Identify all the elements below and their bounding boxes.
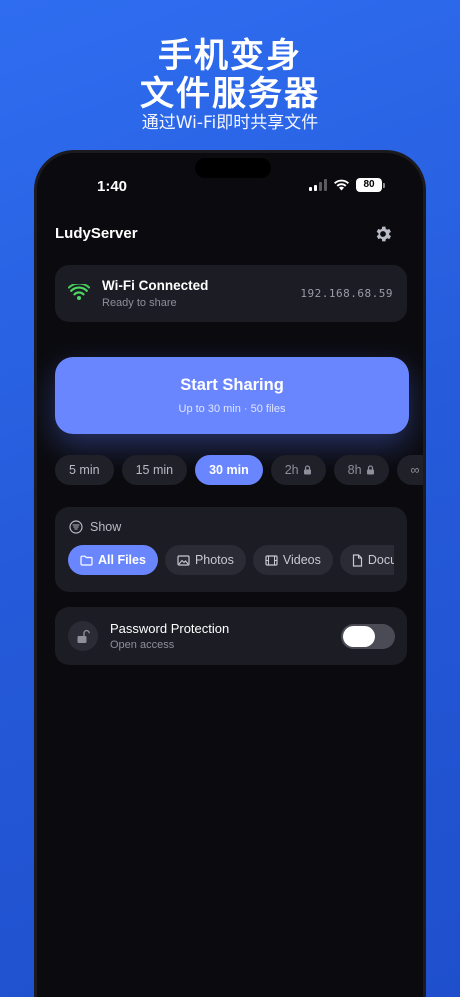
file-type-options: All Files Photos Videos Documents [68, 545, 394, 575]
file-type-filter-card: Show All Files Photos Videos Documents [55, 507, 407, 592]
duration-label: 15 min [135, 463, 174, 477]
duration-chip-unlimited[interactable]: ∞ [396, 455, 423, 485]
filter-label: Show [90, 520, 122, 534]
wifi-status-icon [334, 179, 349, 191]
password-protection-title: Password Protection [110, 621, 230, 636]
app-title: LudyServer [55, 225, 138, 242]
folder-icon [80, 555, 93, 566]
filter-all-files[interactable]: All Files [68, 545, 158, 575]
image-icon [177, 554, 190, 566]
duration-label: 30 min [209, 463, 249, 477]
password-protection-subtitle: Open access [110, 639, 175, 651]
filter-label: Photos [194, 553, 234, 567]
duration-chip-2h[interactable]: 2h [270, 455, 326, 485]
cellular-signal-icon [309, 179, 327, 191]
start-sharing-label: Start Sharing [180, 376, 284, 394]
duration-chip-8h[interactable]: 8h [333, 455, 389, 485]
duration-label: ∞ [410, 463, 420, 477]
duration-chip-30min[interactable]: 30 min [195, 455, 263, 485]
duration-chip-15min[interactable]: 15 min [121, 455, 188, 485]
filter-label: All Files [98, 553, 146, 567]
status-icons: 80 [309, 178, 385, 192]
lock-icon [366, 465, 374, 475]
duration-label: 2h [284, 463, 299, 477]
film-icon [265, 554, 278, 566]
dynamic-island [195, 158, 271, 178]
filter-header: Show [69, 520, 121, 534]
toggle-knob [343, 626, 375, 647]
duration-chip-5min[interactable]: 5 min [55, 455, 114, 485]
start-sharing-button[interactable]: Start Sharing Up to 30 min · 50 files [55, 357, 409, 434]
password-protection-toggle[interactable] [341, 624, 395, 649]
phone-frame: 1:40 80 LudyServer Wi-Fi Connected Ready… [34, 150, 426, 997]
lock-icon [303, 465, 311, 475]
filter-label: Documents [367, 553, 394, 567]
wifi-icon [68, 284, 90, 300]
unlock-icon [68, 621, 98, 651]
password-protection-card: Password Protection Open access [55, 607, 407, 665]
filter-photos[interactable]: Photos [164, 545, 246, 575]
wifi-status-subtitle: Ready to share [102, 297, 177, 309]
gear-icon[interactable] [373, 224, 393, 244]
duration-selector: 5 min 15 min 30 min 2h 8h ∞ [55, 455, 423, 487]
filter-videos[interactable]: Videos [252, 545, 333, 575]
status-time: 1:40 [97, 178, 128, 195]
filter-label: Videos [282, 553, 321, 567]
duration-label: 5 min [69, 463, 100, 477]
filter-documents[interactable]: Documents [339, 545, 394, 575]
battery-cap [383, 182, 385, 188]
duration-label: 8h [347, 463, 362, 477]
document-icon [352, 553, 362, 567]
ip-address: 192.168.68.59 [300, 287, 393, 300]
wifi-status-title: Wi-Fi Connected [102, 278, 209, 293]
start-sharing-sublabel: Up to 30 min · 50 files [178, 403, 286, 415]
filter-icon [69, 520, 83, 534]
wifi-status-card: Wi-Fi Connected Ready to share 192.168.6… [55, 265, 407, 322]
promo-subtitle: 通过Wi-Fi即时共享文件 [141, 113, 319, 133]
battery-level: 80 [356, 178, 382, 192]
